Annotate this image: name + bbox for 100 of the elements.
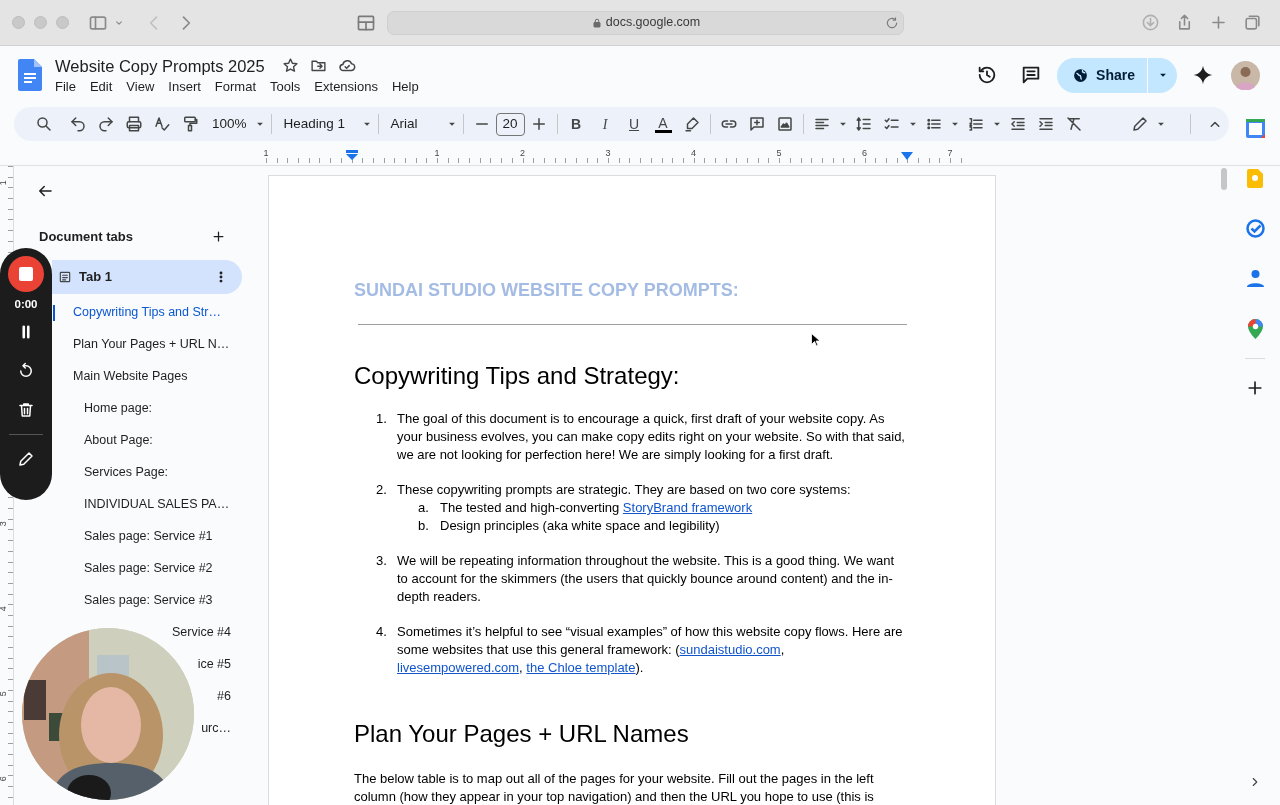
list-item-text: The goal of this document is to encourage a quick, first draft of your website copy. As your business evolves, you can make copy edits right on your website. So with that said, we are not looking for perfection here! We are simply looking for a first draft. (397, 410, 906, 464)
outline-item[interactable]: Home page: (84, 399, 153, 418)
globe-icon (1072, 66, 1090, 84)
outline-item[interactable]: About Page: (84, 431, 153, 450)
map-pin-icon[interactable] (1247, 319, 1263, 339)
outline-item[interactable]: Services Page: (84, 463, 169, 482)
pencil-icon[interactable] (1130, 115, 1149, 133)
document-title-heading: SUNDAI STUDIO WEBSITE COPY PROMPTS: (354, 279, 740, 301)
lock-icon (590, 16, 603, 29)
sparkle-icon[interactable] (1192, 64, 1214, 86)
tasks-icon[interactable] (1245, 219, 1265, 238)
link[interactable]: StoryBrand framework (622, 500, 753, 515)
trash-icon[interactable] (17, 401, 35, 420)
image-icon[interactable] (775, 115, 794, 133)
ruler-number: 5 (0, 691, 9, 697)
outline-item[interactable]: Sales page: Service #1 (84, 527, 213, 546)
add-tab-icon[interactable] (211, 229, 226, 245)
font-size-field[interactable]: 20 (495, 112, 525, 136)
ruler-number: 2 (520, 147, 525, 160)
contacts-icon[interactable] (1246, 269, 1264, 288)
recording-time: 0:00 (14, 297, 38, 312)
font-select[interactable]: Arial (390, 113, 459, 135)
document-icon (58, 269, 72, 284)
outline-item[interactable]: Main Website Pages (73, 367, 188, 386)
ruler-number: 4 (691, 147, 696, 160)
outline-item[interactable]: #6 (217, 687, 231, 706)
list-number: 2. (375, 481, 388, 499)
ruler-number: 4 (0, 606, 9, 612)
increase-indent-icon[interactable] (1036, 115, 1055, 133)
ruler-number: 6 (862, 147, 867, 160)
menu-item[interactable]: Edit (82, 77, 120, 96)
underline-button[interactable]: U (625, 113, 643, 135)
menu-item[interactable]: Format (207, 77, 263, 96)
bold-button[interactable]: B (567, 113, 585, 135)
list-item-text: We will be repeating information throughout the website. This is a good thing. We want to account for the skimmers (the users that quickly bounce around content) and the in-depth readers. (397, 552, 896, 606)
paint-format-icon[interactable] (181, 115, 199, 133)
ruler-number: 1 (263, 147, 269, 160)
outline-item[interactable]: ice #5 (197, 655, 231, 674)
calendar-icon[interactable] (1245, 119, 1265, 138)
indent-marker-icon[interactable] (346, 150, 358, 160)
menu-item[interactable]: File (48, 77, 83, 96)
ruler-number: 3 (605, 147, 611, 160)
scrollbar-thumb[interactable] (1221, 168, 1227, 190)
highlighter-icon[interactable] (682, 115, 701, 133)
sidebar-title: Document tabs (39, 228, 133, 246)
clear-formatting-icon[interactable] (1064, 115, 1083, 133)
indent-marker-icon[interactable] (901, 152, 913, 160)
stop-button[interactable] (8, 256, 44, 292)
redo-icon[interactable] (97, 115, 115, 133)
line-spacing-icon[interactable] (854, 115, 873, 133)
menu-item[interactable]: Tools (263, 77, 308, 96)
outline-item[interactable]: urc… (201, 719, 231, 738)
avatar-icon[interactable] (1231, 60, 1260, 90)
numbered-list-icon[interactable] (966, 115, 985, 133)
outline-item[interactable]: Plan Your Pages + URL N… (73, 335, 230, 354)
decrease-indent-icon[interactable] (1008, 115, 1027, 133)
star-icon[interactable] (281, 57, 299, 74)
menu-item[interactable]: Help (384, 77, 426, 96)
italic-button[interactable]: I (596, 113, 614, 135)
menu-item[interactable]: Insert (161, 77, 208, 96)
menu-item[interactable]: View (119, 77, 162, 96)
pen-icon[interactable] (17, 450, 35, 469)
docs-logo-icon[interactable] (18, 59, 42, 91)
list-item-text: The tested and high-converting StoryBrand framework (440, 499, 753, 517)
heading: Copywriting Tips and Strategy: (354, 362, 681, 390)
outline-item[interactable]: Sales page: Service #3 (84, 591, 213, 610)
menu-item[interactable]: Extensions (307, 77, 385, 96)
text-color-button[interactable]: A (654, 115, 672, 133)
document-title[interactable]: Website Copy Prompts 2025 (55, 54, 265, 77)
zoom-select[interactable]: 100% (212, 113, 267, 135)
outline-item[interactable]: Service #4 (171, 623, 231, 642)
new-tab-icon[interactable] (1209, 13, 1228, 32)
list-letter: a. (417, 499, 430, 517)
ruler-number: 1 (0, 180, 9, 186)
address-bar[interactable]: docs.google.com (387, 10, 904, 35)
ruler-number: 5 (776, 147, 782, 160)
list-number: 4. (375, 623, 388, 641)
spellcheck-icon[interactable] (153, 115, 171, 133)
list-letter: b. (417, 517, 430, 535)
heading: Plan Your Pages + URL Names (354, 720, 690, 748)
search-icon[interactable] (35, 115, 53, 133)
outline-item[interactable]: Sales page: Service #2 (84, 559, 213, 578)
tabs-overview-icon[interactable] (1243, 13, 1262, 32)
style-select[interactable]: Heading 1 (283, 113, 374, 135)
add-comment-icon[interactable] (747, 115, 766, 133)
paragraph: The below table is to map out all of the pages for your website. Fill out the pages in the left column (how they appear in your top navigation) and then the URL you hope to use (this is (354, 770, 875, 805)
reload-icon[interactable] (885, 15, 899, 30)
undo-icon[interactable] (69, 115, 87, 133)
link[interactable]: sundaistudio.com (679, 642, 781, 657)
link[interactable]: the Chloe template (526, 660, 636, 675)
outline-item[interactable]: INDIVIDUAL SALES PA… (84, 495, 230, 514)
print-icon[interactable] (125, 115, 143, 133)
list-item-text: These copywriting prompts are strategic. They are based on two core systems: (397, 481, 852, 499)
outline-item[interactable]: Copywriting Tips and Str… (73, 303, 221, 322)
cursor-icon (811, 333, 820, 347)
ruler-number: 6 (0, 776, 9, 782)
share-button[interactable]: Share (1057, 57, 1147, 93)
ruler-number: 1 (434, 147, 440, 160)
list-number: 1. (375, 410, 388, 428)
document-tab[interactable]: Tab 1 (52, 259, 242, 294)
